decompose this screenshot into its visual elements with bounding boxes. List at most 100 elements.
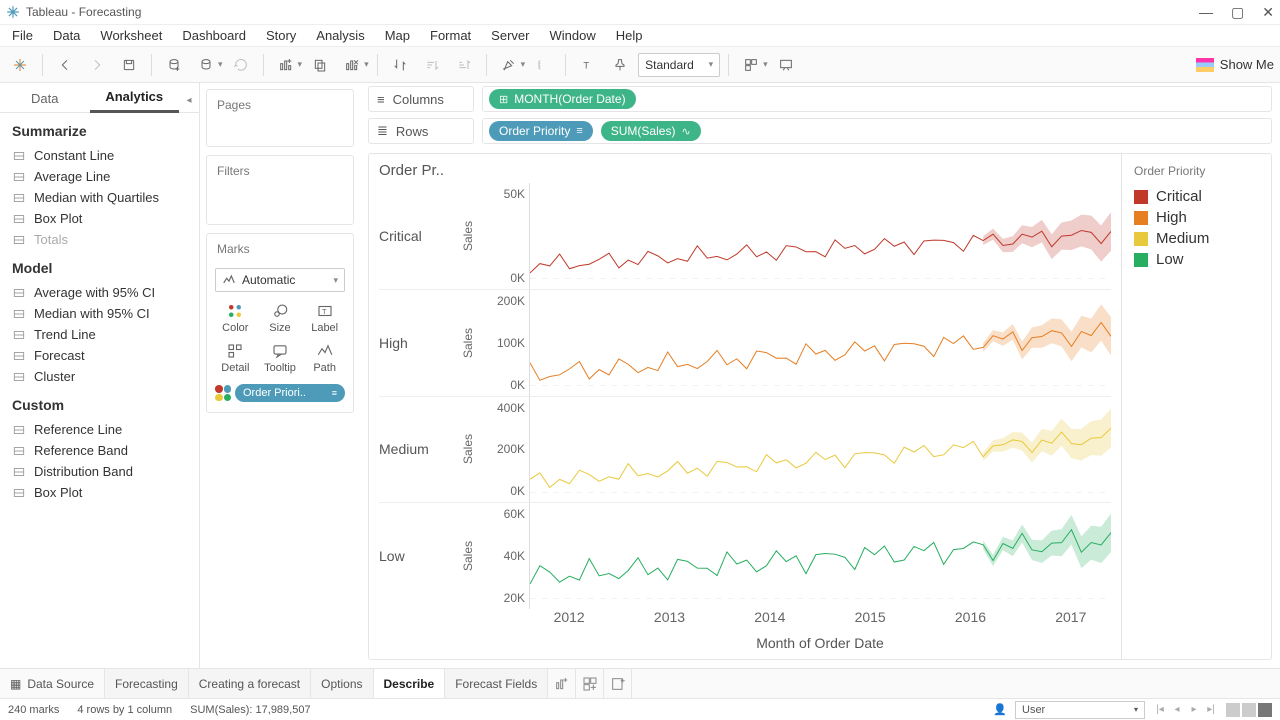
menu-help[interactable]: Help [606, 26, 653, 45]
facet-high: HighSales200K100K0K [379, 289, 1111, 396]
mark-color-button[interactable]: Color [215, 300, 256, 336]
legend-item[interactable]: Critical [1134, 186, 1259, 207]
view-switcher[interactable] [1226, 703, 1272, 717]
analytics-item[interactable]: Forecast [12, 345, 187, 366]
labels-button[interactable]: T [574, 51, 602, 79]
data-source-tab[interactable]: ▦Data Source [0, 669, 105, 698]
pin-button[interactable] [606, 51, 634, 79]
minimize-button[interactable]: — [1199, 4, 1213, 20]
analytics-item[interactable]: Median with 95% CI [12, 303, 187, 324]
analytics-item[interactable]: Distribution Band [12, 461, 187, 482]
menu-file[interactable]: File [6, 26, 43, 45]
menu-map[interactable]: Map [375, 26, 420, 45]
chevron-down-icon[interactable]: ▾ [763, 59, 768, 70]
menu-story[interactable]: Story [256, 26, 306, 45]
maximize-button[interactable]: ▢ [1231, 4, 1244, 21]
mark-path-button[interactable]: Path [304, 340, 345, 376]
sheet-tab[interactable]: Forecast Fields [445, 669, 548, 698]
new-dashboard-button[interactable] [576, 669, 604, 698]
menu-worksheet[interactable]: Worksheet [90, 26, 172, 45]
swap-button[interactable] [386, 51, 414, 79]
analytics-item[interactable]: Reference Band [12, 440, 187, 461]
analytics-item[interactable]: Median with Quartiles [12, 187, 187, 208]
plot-area[interactable] [529, 503, 1111, 609]
fit-dropdown[interactable]: Standard▾ [638, 53, 720, 77]
sort-desc-button[interactable] [450, 51, 478, 79]
average-line-icon [12, 170, 26, 184]
presentation-button[interactable] [772, 51, 800, 79]
legend-item[interactable]: Low [1134, 249, 1259, 270]
mark-detail-button[interactable]: Detail [215, 340, 256, 376]
plot-area[interactable] [529, 183, 1111, 289]
new-sheet-button[interactable] [548, 669, 576, 698]
nav-first-icon[interactable]: |◂ [1153, 703, 1167, 717]
new-worksheet-button[interactable] [272, 51, 300, 79]
close-button[interactable]: ✕ [1262, 4, 1274, 21]
analytics-item[interactable]: Trend Line [12, 324, 187, 345]
tab-analytics[interactable]: Analytics [90, 83, 180, 113]
menu-window[interactable]: Window [539, 26, 605, 45]
nav-last-icon[interactable]: ▸| [1204, 703, 1218, 717]
analytics-item[interactable]: Average with 95% CI [12, 282, 187, 303]
new-story-button[interactable] [604, 669, 632, 698]
rows-dropzone[interactable]: Order Priority≡ SUM(Sales)∿ [482, 118, 1272, 144]
menu-format[interactable]: Format [420, 26, 481, 45]
chevron-down-icon[interactable]: ▾ [364, 59, 369, 70]
sheet-tab[interactable]: Describe [374, 669, 446, 698]
highlight-button[interactable] [495, 51, 523, 79]
sort-asc-button[interactable] [418, 51, 446, 79]
analytics-item[interactable]: Box Plot [12, 208, 187, 229]
pages-card[interactable]: Pages [206, 89, 354, 147]
chevron-down-icon[interactable]: ▾ [298, 59, 303, 70]
y-ticks: 400K200K0K [477, 397, 529, 503]
chevron-down-icon[interactable]: ▾ [218, 59, 223, 70]
forward-button[interactable] [83, 51, 111, 79]
filters-card[interactable]: Filters [206, 155, 354, 225]
analytics-item[interactable]: Average Line [12, 166, 187, 187]
legend-item[interactable]: High [1134, 207, 1259, 228]
columns-dropzone[interactable]: ⊞MONTH(Order Date) [482, 86, 1272, 112]
tableau-icon[interactable] [6, 51, 34, 79]
plot-area[interactable] [529, 290, 1111, 396]
refresh-button[interactable] [227, 51, 255, 79]
save-button[interactable] [115, 51, 143, 79]
group-button[interactable] [529, 51, 557, 79]
collapse-panel-icon[interactable]: ◂ [179, 95, 199, 112]
side-panel: Data Analytics ◂ Summarize Constant Line… [0, 83, 200, 668]
analytics-item[interactable]: Constant Line [12, 145, 187, 166]
mark-label-button[interactable]: TLabel [304, 300, 345, 336]
med-ci-icon [12, 307, 26, 321]
menu-dashboard[interactable]: Dashboard [172, 26, 256, 45]
plot-area[interactable] [529, 397, 1111, 503]
menu-data[interactable]: Data [43, 26, 90, 45]
pill-month-order-date[interactable]: ⊞MONTH(Order Date) [489, 89, 636, 109]
user-filter-dropdown[interactable]: User▾ [1015, 701, 1145, 719]
analytics-item[interactable]: Reference Line [12, 419, 187, 440]
pill-sum-sales[interactable]: SUM(Sales)∿ [601, 121, 701, 141]
cards-button[interactable] [737, 51, 765, 79]
chevron-down-icon[interactable]: ▾ [521, 59, 526, 70]
analytics-item[interactable]: Cluster [12, 366, 187, 387]
sheet-tab[interactable]: Creating a forecast [189, 669, 311, 698]
clear-button[interactable] [338, 51, 366, 79]
mark-size-button[interactable]: Size [260, 300, 301, 336]
mark-type-dropdown[interactable]: Automatic ▾ [215, 268, 345, 292]
analytics-item[interactable]: Box Plot [12, 482, 187, 503]
tab-data[interactable]: Data [0, 85, 90, 112]
legend-item[interactable]: Medium [1134, 228, 1259, 249]
autoupdate-button[interactable] [192, 51, 220, 79]
back-button[interactable] [51, 51, 79, 79]
sheet-tab[interactable]: Options [311, 669, 373, 698]
pill-order-priority[interactable]: Order Priority≡ [489, 121, 593, 141]
mark-tooltip-button[interactable]: Tooltip [260, 340, 301, 376]
mark-pill-order-priority[interactable]: Order Priori..≡ [235, 384, 345, 402]
nav-next-icon[interactable]: ▸ [1187, 703, 1201, 717]
menu-server[interactable]: Server [481, 26, 539, 45]
duplicate-button[interactable] [306, 51, 334, 79]
sheet-tab[interactable]: Forecasting [105, 669, 189, 698]
nav-prev-icon[interactable]: ◂ [1170, 703, 1184, 717]
new-datasource-button[interactable] [160, 51, 188, 79]
show-me-button[interactable]: Show Me [1196, 57, 1274, 72]
menu-analysis[interactable]: Analysis [306, 26, 374, 45]
analytics-item[interactable]: Totals [12, 229, 187, 250]
